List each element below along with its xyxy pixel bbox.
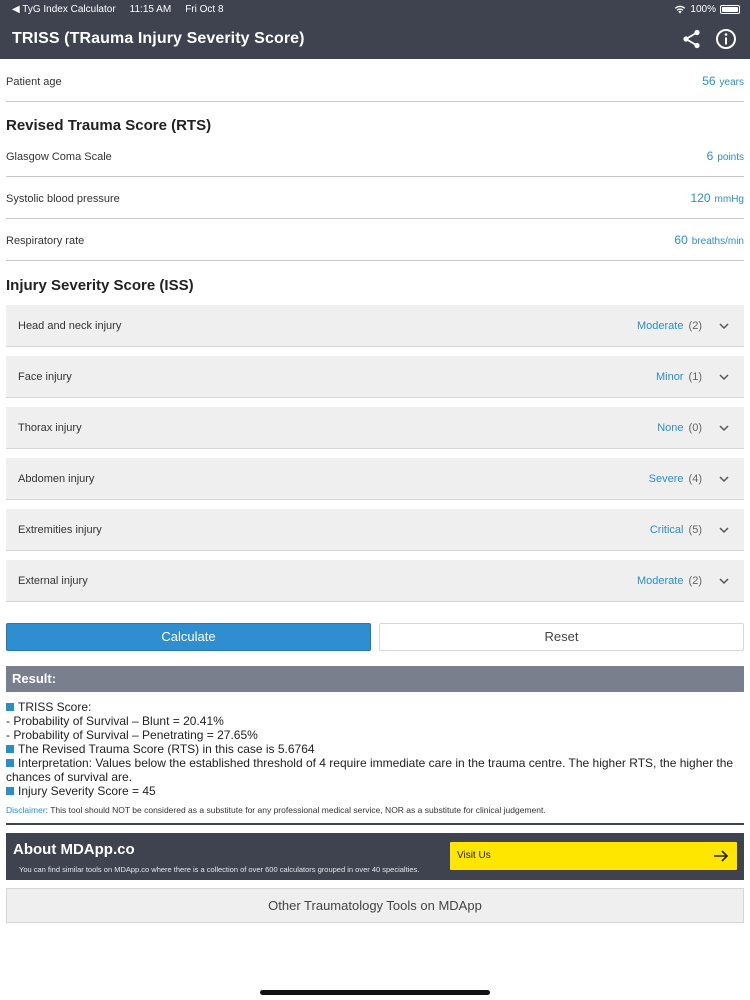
disclaimer-text: : This tool should NOT be considered as …: [45, 805, 546, 815]
chevron-down-icon[interactable]: [718, 473, 730, 485]
about-panel: About MDApp.co You can find similar tool…: [6, 833, 744, 880]
chevron-down-icon[interactable]: [718, 575, 730, 587]
bullet-icon: [6, 745, 14, 753]
rts-result: The Revised Trauma Score (RTS) in this c…: [18, 742, 315, 756]
interpretation-text: Interpretation: Values below the establi…: [6, 756, 734, 784]
other-tools-button[interactable]: Other Traumatology Tools on MDApp: [6, 888, 744, 923]
visit-us-label: Visit Us: [457, 850, 491, 861]
external-injury-value: Moderate (2): [637, 575, 702, 587]
glasgow-coma-scale-field[interactable]: Glasgow Coma Scale 6 points: [6, 135, 744, 177]
app-header: ◀ TyG Index Calculator 11:15 AM Fri Oct …: [0, 0, 750, 59]
arrow-right-icon: [714, 850, 729, 862]
external-injury-label: External injury: [18, 575, 88, 587]
chevron-down-icon[interactable]: [718, 524, 730, 536]
patient-age-label: Patient age: [6, 76, 62, 88]
about-title: About MDApp.co: [13, 841, 135, 858]
patient-age-field[interactable]: Patient age 56 years: [6, 60, 744, 102]
systolic-bp-label: Systolic blood pressure: [6, 193, 120, 205]
bullet-icon: [6, 703, 14, 711]
chevron-down-icon[interactable]: [718, 422, 730, 434]
abdomen-injury-value: Severe (4): [648, 473, 702, 485]
about-description: You can find similar tools on MDApp.co w…: [19, 865, 420, 874]
systolic-bp-field[interactable]: Systolic blood pressure 120 mmHg: [6, 177, 744, 219]
respiratory-rate-value[interactable]: 60 breaths/min: [674, 233, 744, 247]
face-injury-select[interactable]: Face injury Minor (1): [6, 356, 744, 398]
respiratory-rate-label: Respiratory rate: [6, 235, 85, 247]
thorax-injury-select[interactable]: Thorax injury None (0): [6, 407, 744, 449]
disclaimer-label: Disclaimer: [6, 805, 46, 815]
thorax-injury-label: Thorax injury: [18, 422, 82, 434]
external-injury-select[interactable]: External injury Moderate (2): [6, 560, 744, 602]
share-icon[interactable]: [680, 27, 704, 51]
iss-section-title: Injury Severity Score (ISS): [6, 277, 194, 294]
face-injury-label: Face injury: [18, 371, 72, 383]
iss-result: Injury Severity Score = 45: [18, 784, 156, 798]
face-injury-value: Minor (1): [655, 371, 702, 383]
bullet-icon: [6, 759, 14, 767]
disclaimer: Disclaimer: This tool should NOT be cons…: [6, 805, 546, 815]
extremities-injury-select[interactable]: Extremities injury Critical (5): [6, 509, 744, 551]
visit-us-button[interactable]: Visit Us: [450, 842, 737, 870]
head-neck-injury-select[interactable]: Head and neck injury Moderate (2): [6, 305, 744, 347]
abdomen-injury-select[interactable]: Abdomen injury Severe (4): [6, 458, 744, 500]
result-header: Result:: [6, 666, 744, 692]
battery-icon: [720, 5, 740, 14]
back-to-app-link[interactable]: ◀ TyG Index Calculator: [12, 4, 116, 15]
calculate-button[interactable]: Calculate: [6, 623, 371, 651]
extremities-injury-value: Critical (5): [649, 524, 702, 536]
page-title: TRISS (TRauma Injury Severity Score): [12, 30, 305, 47]
info-icon[interactable]: [714, 27, 738, 51]
triss-score-title: TRISS Score:: [18, 700, 92, 714]
chevron-down-icon[interactable]: [718, 371, 730, 383]
divider: [6, 823, 744, 825]
status-bar: ◀ TyG Index Calculator 11:15 AM Fri Oct …: [0, 0, 750, 18]
reset-button[interactable]: Reset: [379, 623, 744, 651]
thorax-injury-value: None (0): [657, 422, 702, 434]
head-neck-injury-value: Moderate (2): [637, 320, 702, 332]
head-neck-injury-label: Head and neck injury: [18, 320, 122, 332]
survival-penetrating: - Probability of Survival – Penetrating …: [6, 728, 258, 742]
status-date: Fri Oct 8: [185, 4, 224, 15]
result-body: TRISS Score: - Probability of Survival –…: [6, 700, 744, 798]
glasgow-coma-scale-value[interactable]: 6 points: [707, 149, 744, 163]
home-indicator[interactable]: [260, 990, 490, 995]
glasgow-coma-scale-label: Glasgow Coma Scale: [6, 151, 112, 163]
survival-blunt: - Probability of Survival – Blunt = 20.4…: [6, 714, 224, 728]
wifi-icon: [675, 5, 686, 14]
rts-section-title: Revised Trauma Score (RTS): [6, 117, 212, 134]
extremities-injury-label: Extremities injury: [18, 524, 102, 536]
chevron-down-icon[interactable]: [718, 320, 730, 332]
battery-percent: 100%: [690, 4, 716, 15]
abdomen-injury-label: Abdomen injury: [18, 473, 95, 485]
respiratory-rate-field[interactable]: Respiratory rate 60 breaths/min: [6, 219, 744, 261]
bullet-icon: [6, 787, 14, 795]
systolic-bp-value[interactable]: 120 mmHg: [691, 191, 744, 205]
patient-age-value[interactable]: 56 years: [702, 74, 744, 88]
status-time: 11:15 AM: [129, 4, 172, 15]
